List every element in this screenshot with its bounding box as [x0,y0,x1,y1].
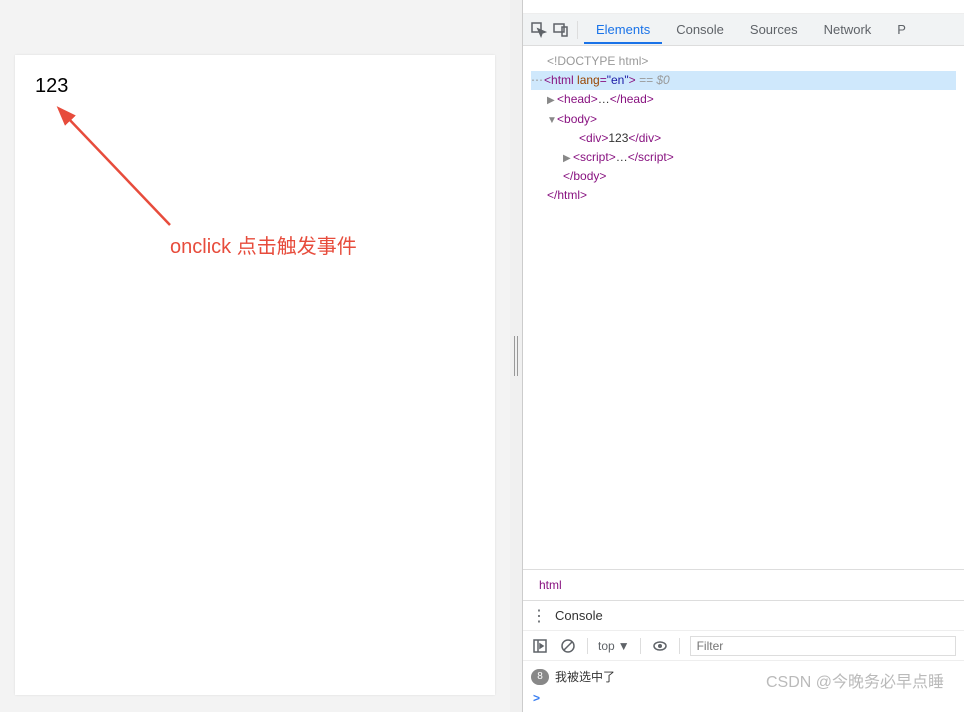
elements-tree[interactable]: <!DOCTYPE html> ⋯<html lang="en"> == $0 … [523,46,964,569]
clear-console-icon[interactable] [559,637,577,655]
devtools-panel: Elements Console Sources Network P <!DOC… [522,0,964,712]
devtools-tabbar: Elements Console Sources Network P [523,14,964,46]
separator [679,638,680,654]
breadcrumb-html[interactable]: html [533,576,568,594]
console-message[interactable]: 8 我被选中了 [531,665,956,688]
annotation-arrow [55,105,195,245]
dom-breadcrumb[interactable]: html [523,569,964,600]
separator [640,638,641,654]
dom-body-open[interactable]: ▼<body> [531,110,956,129]
drawer-title[interactable]: Console [555,608,603,623]
annotation-label: onclick 点击触发事件 [170,230,357,259]
console-prompt[interactable]: > [531,688,956,708]
chevron-down-icon: ▼ [618,639,630,653]
console-context-select[interactable]: top ▼ [598,639,630,653]
console-drawer: ⋮ Console top ▼ [523,600,964,712]
drawer-menu-icon[interactable]: ⋮ [531,606,547,626]
live-expression-icon[interactable] [651,637,669,655]
console-filter-input[interactable] [690,636,956,656]
console-sidebar-icon[interactable] [531,637,549,655]
tab-sources[interactable]: Sources [738,15,810,44]
dom-html-open[interactable]: ⋯<html lang="en"> == $0 [531,71,956,90]
dom-script[interactable]: ▶<script>…</script> [531,148,956,167]
separator [587,638,588,654]
tab-more[interactable]: P [885,15,918,44]
console-output[interactable]: 8 我被选中了 > [523,661,964,712]
dom-doctype[interactable]: <!DOCTYPE html> [531,52,956,71]
message-count-badge: 8 [531,669,549,685]
separator [577,21,578,39]
inspect-icon[interactable] [529,20,549,40]
console-toolbar: top ▼ [523,631,964,661]
dom-head[interactable]: ▶<head>…</head> [531,90,956,109]
tab-elements[interactable]: Elements [584,15,662,44]
dom-div[interactable]: <div>123</div> [531,129,956,148]
panel-resize-divider[interactable] [510,0,522,712]
page-content[interactable]: 123 onclick 点击触发事件 [15,55,495,695]
browser-page-area: 123 onclick 点击触发事件 [0,0,510,712]
device-toggle-icon[interactable] [551,20,571,40]
tab-console[interactable]: Console [664,15,736,44]
devtools-banner [523,0,964,14]
drawer-header: ⋮ Console [523,601,964,631]
tab-network[interactable]: Network [812,15,884,44]
page-div-123[interactable]: 123 [35,75,475,98]
message-text: 我被选中了 [555,668,615,685]
dom-body-close[interactable]: </body> [531,167,956,186]
dom-html-close[interactable]: </html> [531,186,956,205]
